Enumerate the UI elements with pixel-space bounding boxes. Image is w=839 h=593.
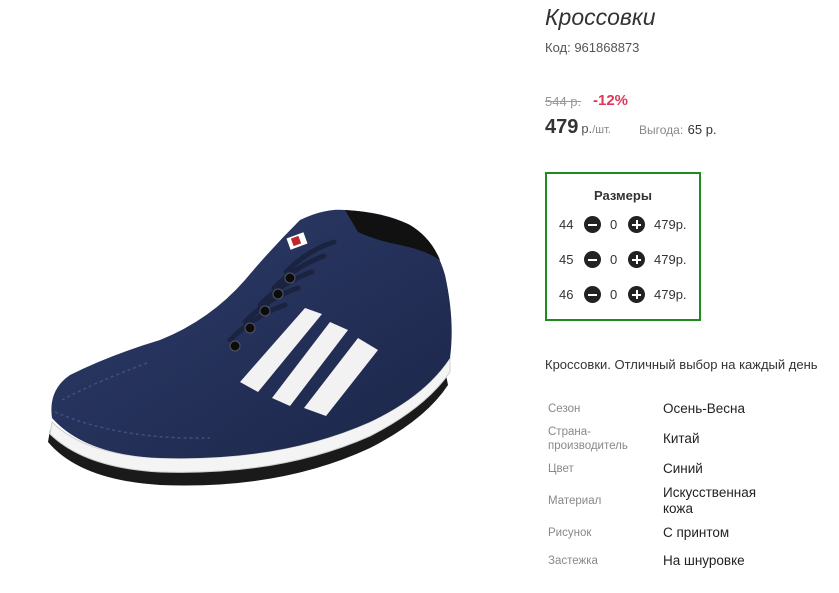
property-label: Страна-производитель <box>548 426 628 452</box>
size-row: 45 0 479р. <box>547 250 699 270</box>
product-image <box>48 209 452 486</box>
price-currency: р. <box>581 121 593 136</box>
quantity-value: 0 <box>610 217 618 232</box>
size-label: 46 <box>559 287 574 302</box>
size-label: 45 <box>559 252 574 267</box>
minus-icon[interactable] <box>584 216 601 233</box>
plus-icon[interactable] <box>628 216 645 233</box>
discount-badge: -12% <box>593 92 629 109</box>
plus-icon[interactable] <box>628 251 645 268</box>
size-price: 479р. <box>654 217 687 232</box>
property-label: Материал <box>548 495 602 507</box>
price-per-unit: /шт. <box>592 124 611 136</box>
sizes-panel: Размеры 44 0 479р. 45 0 479р. 46 0 479р. <box>545 172 701 321</box>
current-price: 479 р./шт. <box>545 116 611 139</box>
property-value: Искусственная кожа <box>663 485 757 516</box>
property-value: Осень-Весна <box>663 401 745 416</box>
property-label: Рисунок <box>548 527 592 539</box>
property-value: Синий <box>663 461 703 476</box>
property-label: Цвет <box>548 463 574 475</box>
old-price: 544 р. <box>545 94 582 109</box>
property-label: Застежка <box>548 555 598 567</box>
price-value: 479 <box>545 116 579 138</box>
product-code: Код: 961868873 <box>545 40 640 55</box>
property-value: С принтом <box>663 525 730 540</box>
savings-label: Выгода: <box>639 123 684 137</box>
property-label: Сезон <box>548 403 581 415</box>
size-row: 46 0 479р. <box>547 285 699 305</box>
property-value: Китай <box>663 431 700 446</box>
minus-icon[interactable] <box>584 286 601 303</box>
size-price: 479р. <box>654 287 687 302</box>
plus-icon[interactable] <box>628 286 645 303</box>
sizes-title: Размеры <box>594 188 652 203</box>
product-description: Кроссовки. Отличный выбор на каждый день <box>545 357 818 372</box>
minus-icon[interactable] <box>584 251 601 268</box>
savings-value: 65 р. <box>687 122 717 137</box>
quantity-value: 0 <box>610 287 618 302</box>
product-title: Кроссовки <box>545 4 656 30</box>
quantity-value: 0 <box>610 252 618 267</box>
property-value: На шнуровке <box>663 553 745 568</box>
savings: Выгода: 65 р. <box>639 121 717 139</box>
size-row: 44 0 479р. <box>547 215 699 235</box>
size-label: 44 <box>559 217 574 232</box>
size-price: 479р. <box>654 252 687 267</box>
